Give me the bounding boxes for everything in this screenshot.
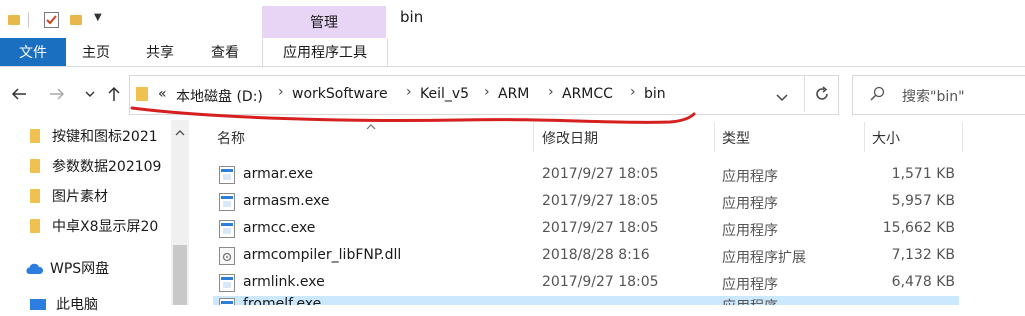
- file-type: 应用程序扩展: [722, 250, 806, 266]
- file-modified: 2017/9/27 18:05: [542, 166, 659, 182]
- cloud-icon: [26, 263, 44, 274]
- file-type: 应用程序: [722, 196, 778, 212]
- chevron-right-icon[interactable]: ›: [630, 84, 636, 100]
- file-size: 5,957 KB: [891, 193, 955, 209]
- breadcrumb-keil[interactable]: Keil_v5: [420, 86, 469, 102]
- exe-icon: [219, 166, 235, 184]
- tab-app-tools[interactable]: 应用程序工具: [262, 38, 388, 66]
- exe-icon: [219, 298, 235, 305]
- new-folder-icon[interactable]: [70, 15, 82, 25]
- sort-indicator-icon: [366, 118, 376, 134]
- chevron-right-icon[interactable]: ›: [548, 84, 554, 100]
- table-row[interactable]: armlink.exe 2017/9/27 18:05 应用程序 6,478 K…: [213, 270, 959, 296]
- sidebar-item-folder-2[interactable]: 参数数据202109: [30, 154, 161, 178]
- search-icon: [870, 86, 886, 106]
- breadcrumb-arm[interactable]: ARM: [498, 86, 529, 102]
- file-type: 应用程序: [722, 296, 778, 305]
- folder-icon: [8, 15, 20, 25]
- chevron-down-icon[interactable]: [82, 84, 98, 104]
- column-header-size[interactable]: 大小: [872, 128, 900, 148]
- folder-icon: [30, 219, 40, 233]
- file-name: fromelf.exe: [243, 296, 322, 305]
- sidebar-item-wps-drive[interactable]: WPS网盘: [24, 256, 109, 280]
- window-title: bin: [400, 8, 424, 26]
- folder-icon: [30, 189, 40, 203]
- sidebar-item-folder-1[interactable]: 按键和图标2021: [30, 124, 158, 148]
- file-type: 应用程序: [722, 277, 778, 293]
- column-divider[interactable]: [533, 122, 534, 152]
- divider: [28, 12, 29, 28]
- title-bar: [0, 0, 1025, 38]
- file-name: armasm.exe: [243, 193, 330, 209]
- folder-icon: [30, 159, 40, 173]
- exe-icon: [219, 220, 235, 238]
- file-modified: 2018/8/28 8:16: [542, 247, 650, 263]
- tab-home[interactable]: 主页: [82, 38, 110, 66]
- exe-icon: [219, 193, 235, 211]
- exe-icon: [219, 274, 235, 292]
- file-size: 7,132 KB: [891, 247, 955, 263]
- file-type: 应用程序: [722, 223, 778, 239]
- file-modified: 2017/9/27 18:05: [542, 220, 659, 236]
- folder-icon: [30, 129, 40, 143]
- dll-icon: [219, 247, 235, 265]
- sidebar-item-folder-3[interactable]: 图片素材: [30, 184, 108, 208]
- properties-icon[interactable]: [44, 12, 59, 28]
- folder-icon: [136, 87, 148, 101]
- scrollbar-thumb[interactable]: [173, 245, 187, 305]
- arrow-up-icon[interactable]: [104, 82, 124, 106]
- file-name: armcompiler_libFNP.dll: [243, 247, 402, 263]
- column-header-name[interactable]: 名称: [217, 128, 245, 148]
- annotation-underline: [130, 106, 696, 124]
- file-name: armlink.exe: [243, 274, 325, 290]
- sidebar-item-this-pc[interactable]: 此电脑: [30, 292, 98, 316]
- chevron-right-icon[interactable]: ›: [484, 84, 490, 100]
- arrow-right-icon[interactable]: [46, 82, 68, 106]
- breadcrumb-worksoftware[interactable]: workSoftware: [292, 86, 388, 102]
- table-row[interactable]: armcc.exe 2017/9/27 18:05 应用程序 15,662 KB: [213, 216, 959, 242]
- file-size: 1,571 KB: [891, 166, 955, 182]
- column-header-type[interactable]: 类型: [722, 128, 750, 148]
- breadcrumb-overflow[interactable]: «: [158, 86, 167, 102]
- address-history-chevron-icon[interactable]: [776, 90, 788, 106]
- table-row[interactable]: armar.exe 2017/9/27 18:05 应用程序 1,571 KB: [213, 162, 959, 188]
- column-divider[interactable]: [864, 122, 865, 152]
- file-type: 应用程序: [722, 169, 778, 185]
- file-modified: 2017/9/27 18:05: [542, 193, 659, 209]
- tab-view[interactable]: 查看: [211, 38, 239, 66]
- breadcrumb-armcc[interactable]: ARMCC: [562, 86, 613, 102]
- file-name: armcc.exe: [243, 220, 316, 236]
- customize-qat-icon[interactable]: ▼: [94, 12, 102, 23]
- column-divider[interactable]: [962, 122, 963, 152]
- breadcrumb-drive[interactable]: 本地磁盘 (D:): [176, 86, 263, 106]
- computer-icon: [30, 298, 46, 310]
- column-header-modified[interactable]: 修改日期: [542, 128, 598, 148]
- arrow-left-icon[interactable]: [8, 82, 30, 106]
- tab-manage[interactable]: 管理: [262, 6, 386, 38]
- divider: [804, 76, 805, 112]
- file-size: 15,662 KB: [882, 220, 955, 236]
- refresh-icon[interactable]: [814, 86, 830, 106]
- search-input[interactable]: 搜索"bin": [902, 86, 965, 106]
- table-row-selected[interactable]: fromelf.exe 应用程序: [213, 296, 959, 305]
- breadcrumb-bin[interactable]: bin: [644, 86, 666, 102]
- tab-share[interactable]: 共享: [146, 38, 174, 66]
- tab-file[interactable]: 文件: [0, 38, 66, 66]
- chevron-right-icon[interactable]: ›: [278, 84, 284, 100]
- file-modified: 2017/9/27 18:05: [542, 274, 659, 290]
- sidebar-item-folder-4[interactable]: 中卓X8显示屏20: [30, 214, 158, 238]
- file-name: armar.exe: [243, 166, 314, 182]
- column-divider[interactable]: [714, 122, 715, 152]
- chevron-right-icon[interactable]: ›: [406, 84, 412, 100]
- table-row[interactable]: armasm.exe 2017/9/27 18:05 应用程序 5,957 KB: [213, 189, 959, 215]
- file-size: 6,478 KB: [891, 274, 955, 290]
- scroll-up-icon[interactable]: [175, 124, 185, 140]
- table-row[interactable]: armcompiler_libFNP.dll 2018/8/28 8:16 应用…: [213, 243, 959, 269]
